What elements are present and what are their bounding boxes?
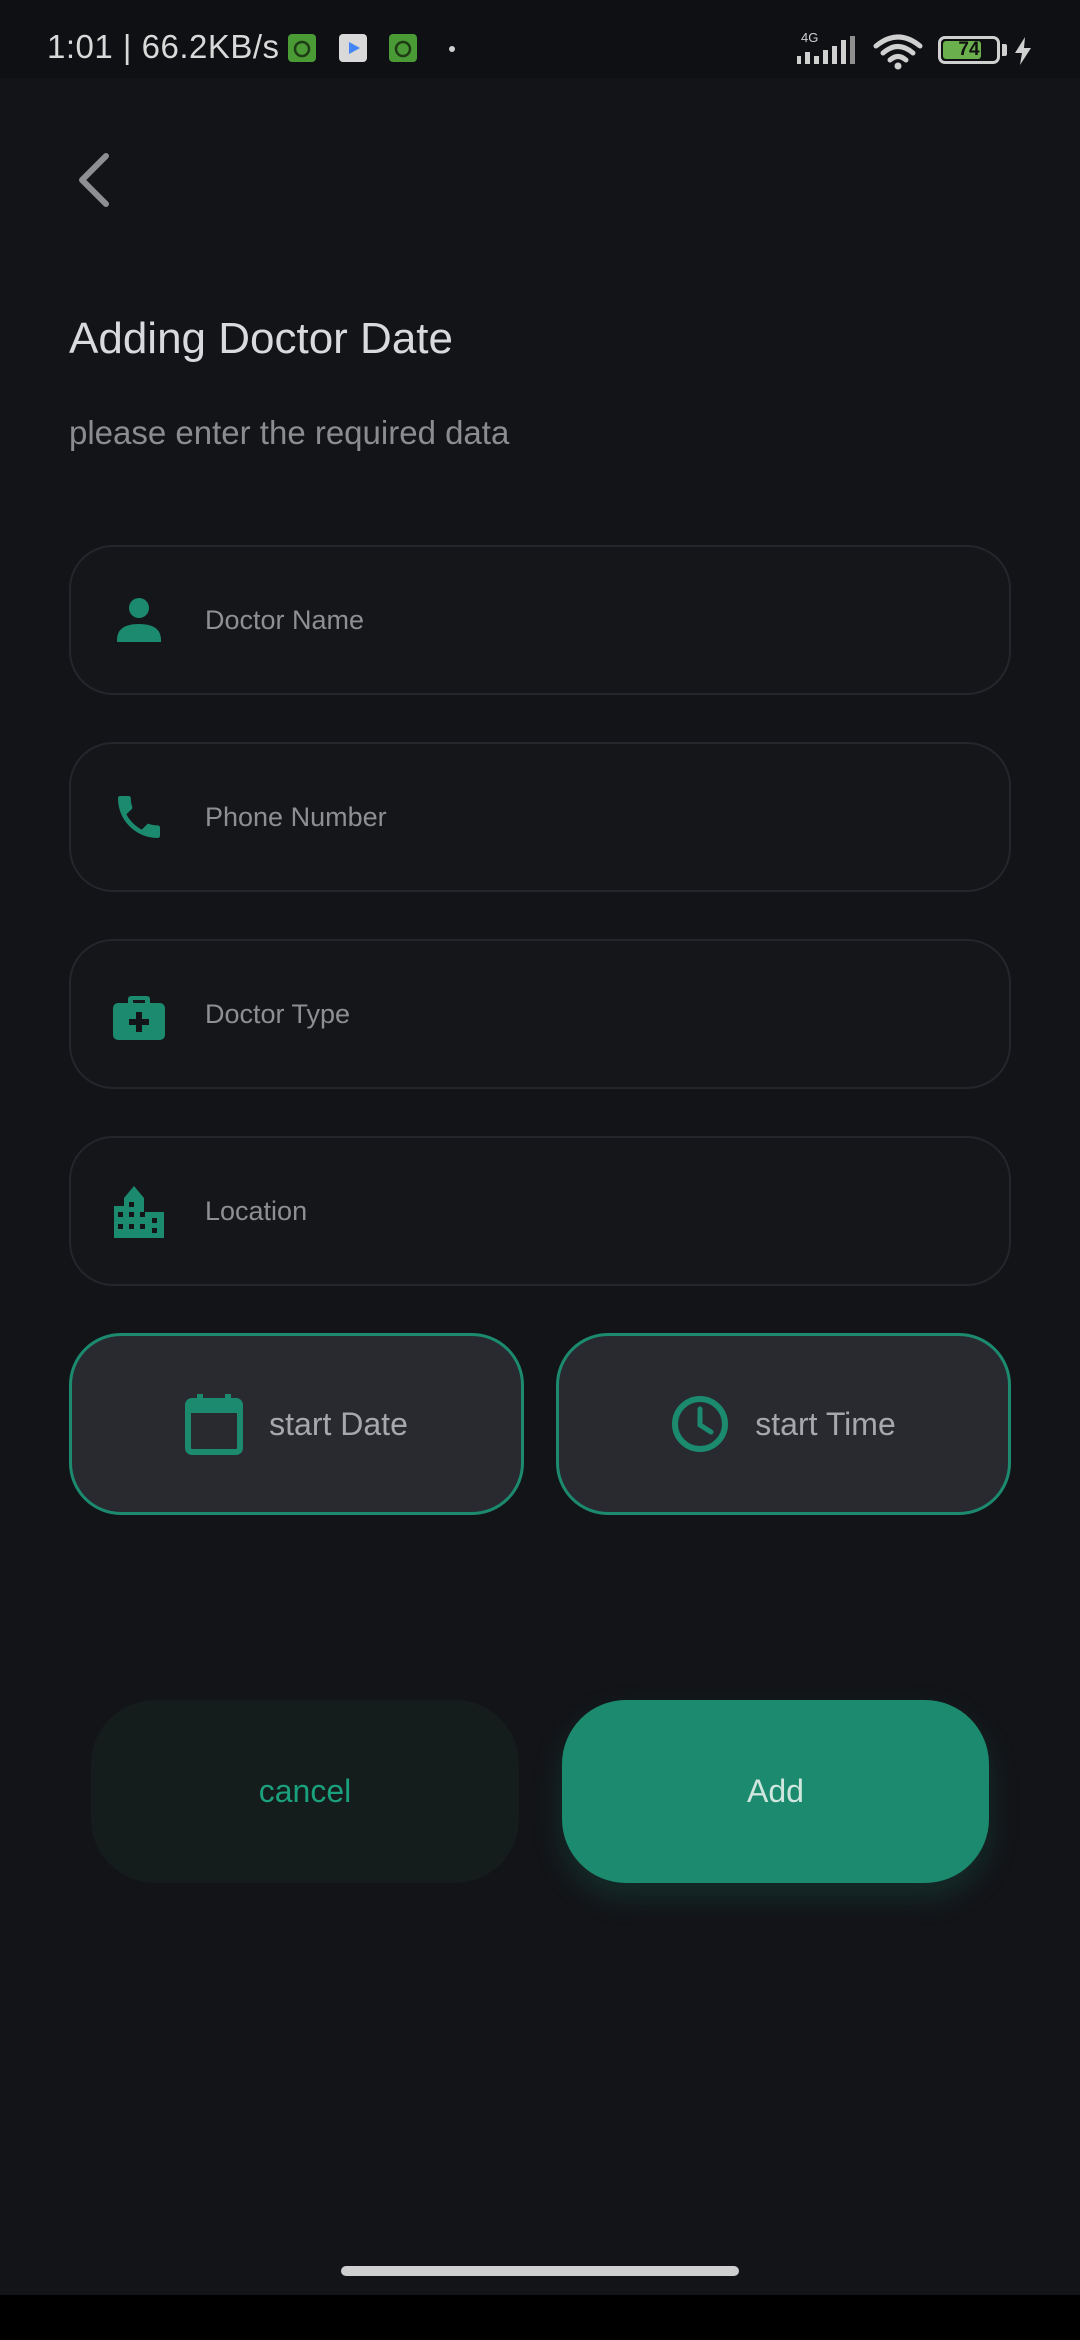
- medical-bag-icon: [109, 984, 169, 1044]
- cancel-label: cancel: [258, 1773, 352, 1809]
- phone-number-field: [69, 742, 1011, 892]
- calendar-icon: [185, 1394, 244, 1455]
- battery-level: 74: [958, 39, 980, 60]
- battery-tip: [1002, 44, 1007, 56]
- navigation-bar: [0, 2295, 1080, 2340]
- location-input[interactable]: [203, 1138, 979, 1284]
- start-date-button[interactable]: start Date: [69, 1333, 524, 1515]
- cancel-button[interactable]: cancel: [91, 1700, 519, 1883]
- play-store-notification-icon: [339, 34, 367, 62]
- clock-icon: [672, 1396, 729, 1452]
- phone-number-input[interactable]: [203, 744, 979, 890]
- add-button[interactable]: Add: [562, 1700, 989, 1883]
- person-icon: [109, 590, 169, 650]
- start-time-button[interactable]: start Time: [556, 1333, 1011, 1515]
- back-arrow-icon: [79, 153, 109, 207]
- android-notification-icon-2: [389, 34, 417, 62]
- status-time: 1:01 | 66.2KB/s: [47, 28, 280, 65]
- charging-icon: [1015, 37, 1031, 65]
- start-date-label: start Date: [269, 1405, 408, 1442]
- doctor-type-input[interactable]: [203, 941, 979, 1087]
- doctor-name-input[interactable]: [203, 547, 979, 693]
- wifi-icon: [873, 34, 923, 70]
- add-label: Add: [747, 1773, 804, 1809]
- home-indicator[interactable]: [341, 2266, 739, 2276]
- more-notifications-dot: [449, 46, 455, 52]
- back-button[interactable]: [60, 145, 130, 215]
- location-field: [69, 1136, 1011, 1286]
- building-icon: [109, 1181, 169, 1241]
- status-bar: 1:01 | 66.2KB/s 4G 74: [0, 0, 1080, 78]
- page-title: Adding Doctor Date: [69, 314, 453, 363]
- start-time-label: start Time: [755, 1405, 896, 1442]
- android-notification-icon: [288, 34, 316, 62]
- signal-icon: [797, 36, 855, 64]
- doctor-name-field: [69, 545, 1011, 695]
- page-subtitle: please enter the required data: [69, 414, 510, 451]
- phone-icon: [109, 787, 169, 847]
- battery-icon: 74: [938, 36, 1000, 64]
- doctor-type-field: [69, 939, 1011, 1089]
